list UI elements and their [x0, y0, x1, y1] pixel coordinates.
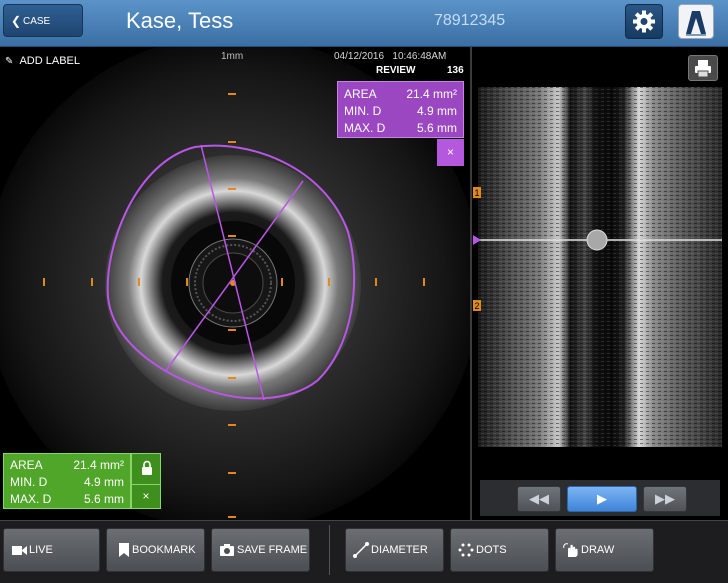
save-frame-label: SAVE FRAME — [237, 544, 308, 556]
cross-section-view[interactable]: ✎ ADD LABEL 1mm 04/12/2016 10:46:48AM RE… — [0, 47, 470, 520]
case-menu-button[interactable]: ❮ CASE MENU — [3, 4, 83, 60]
play-button[interactable]: ▶ — [567, 486, 637, 512]
longitudinal-overlay: 1 2 — [473, 187, 722, 311]
save-frame-button[interactable]: SAVE FRAME — [211, 528, 310, 572]
close-measurement-purple-button[interactable]: × — [437, 139, 464, 166]
rewind-button[interactable]: ◀◀ — [517, 486, 561, 512]
min-d-value: 4.9 mm — [83, 475, 124, 489]
area-value: 21.4 mm² — [406, 87, 457, 101]
toolbar-divider — [329, 525, 330, 575]
video-camera-icon — [12, 546, 27, 555]
bookmark-button[interactable]: BOOKMARK — [106, 528, 205, 572]
frame-number: 136 — [447, 65, 464, 76]
live-label: LIVE — [29, 544, 53, 556]
max-d-value: 5.6 mm — [83, 492, 124, 506]
pencil-icon: ✎ — [5, 56, 14, 67]
camera-icon — [220, 544, 234, 556]
draw-label: DRAW — [581, 544, 615, 556]
time: 10:46:48AM — [392, 51, 447, 62]
settings-button[interactable] — [625, 4, 663, 39]
dots-button[interactable]: DOTS — [450, 528, 549, 572]
patient-id: 78912345 — [434, 12, 506, 29]
diameter-label: DIAMETER — [371, 544, 428, 556]
bottom-toolbar: LIVE BOOKMARK SAVE FRAME DIAMETER DOTS D… — [0, 520, 728, 583]
live-button[interactable]: LIVE — [3, 528, 100, 572]
add-label-text: ADD LABEL — [19, 55, 80, 67]
marker-1: 1 — [474, 188, 479, 198]
playback-controls: ◀◀ ▶ ▶▶ — [480, 480, 720, 516]
header-bar: ❮ CASE MENU Kase, Tess 78912345 — [0, 0, 728, 60]
area-value: 21.4 mm² — [73, 458, 124, 472]
date: 04/12/2016 — [334, 51, 385, 62]
lock-icon[interactable] — [141, 460, 153, 476]
diameter-icon — [353, 542, 369, 558]
app-logo-icon — [686, 11, 706, 36]
measurement-purple[interactable]: AREA 21.4 mm² MIN. D 4.9 mm MAX. D 5.6 mm — [337, 81, 464, 138]
min-d-label: MIN. D — [344, 104, 382, 118]
scale-label: 1mm — [221, 51, 244, 62]
marker-2: 2 — [474, 301, 479, 311]
diameter-button[interactable]: DIAMETER — [345, 528, 444, 572]
add-label-button[interactable]: ✎ ADD LABEL — [5, 55, 80, 67]
fast-forward-button[interactable]: ▶▶ — [643, 486, 687, 512]
area-label: AREA — [10, 458, 43, 472]
bookmark-icon — [119, 543, 129, 557]
bookmark-label: BOOKMARK — [132, 544, 196, 556]
draw-button[interactable]: DRAW — [555, 528, 654, 572]
dots-label: DOTS — [476, 544, 507, 556]
max-d-label: MAX. D — [10, 492, 52, 506]
draw-hand-icon — [563, 543, 578, 557]
min-d-value: 4.9 mm — [416, 104, 457, 118]
max-d-label: MAX. D — [344, 121, 386, 135]
longitudinal-panel: 1 2 ◀◀ ▶ ▶▶ — [472, 47, 728, 520]
area-label: AREA — [344, 87, 377, 101]
patient-name: Kase, Tess — [126, 8, 234, 33]
min-d-label: MIN. D — [10, 475, 48, 489]
measurement-green-actions: × — [131, 453, 161, 509]
max-d-value: 5.6 mm — [416, 121, 457, 135]
measurement-green[interactable]: AREA 21.4 mm² MIN. D 4.9 mm MAX. D 5.6 mm — [3, 453, 131, 509]
gear-icon — [633, 10, 655, 33]
mode-label: REVIEW — [376, 65, 416, 76]
close-measurement-green-button[interactable]: × — [132, 484, 160, 503]
chevron-left-icon: ❮ — [11, 14, 22, 28]
app-logo-button[interactable] — [678, 4, 714, 39]
datetime: 04/12/2016 10:46:48AM — [334, 51, 446, 62]
dots-icon — [458, 543, 474, 557]
